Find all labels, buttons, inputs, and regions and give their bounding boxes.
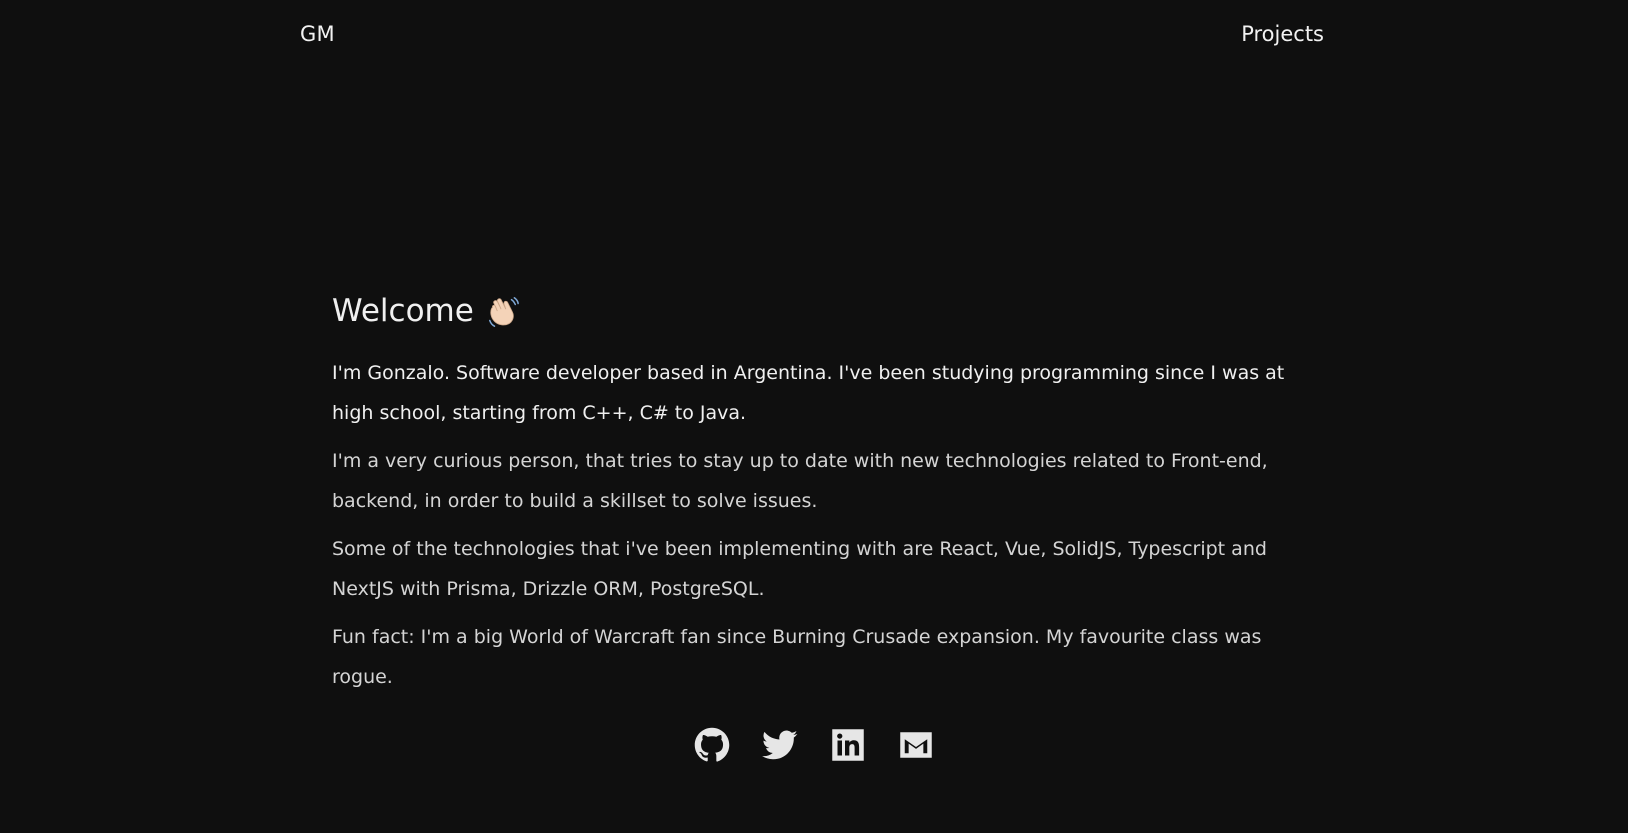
mail-icon — [898, 727, 934, 763]
email-link[interactable] — [898, 727, 934, 763]
page-title: Welcome — [332, 286, 1292, 336]
page-title-text: Welcome — [332, 293, 474, 329]
twitter-icon — [762, 727, 798, 763]
intro-section: Welcome I'm Gonzalo. Software developer … — [332, 286, 1292, 705]
nav-projects-link[interactable]: Projects — [1241, 22, 1324, 46]
twitter-link[interactable] — [762, 727, 798, 763]
curiosity-paragraph: I'm a very curious person, that tries to… — [332, 450, 1268, 512]
social-links — [0, 727, 1628, 763]
fun-fact-paragraph: Fun fact: I'm a big World of Warcraft fa… — [332, 626, 1262, 688]
linkedin-link[interactable] — [830, 727, 866, 763]
technologies-paragraph: Some of the technologies that i've been … — [332, 538, 1267, 600]
github-link[interactable] — [694, 727, 730, 763]
waving-hand-icon — [486, 294, 520, 328]
github-icon — [694, 727, 730, 763]
linkedin-icon — [830, 727, 866, 763]
logo-link[interactable]: GM — [300, 22, 335, 46]
intro-paragraph: I'm Gonzalo. Software developer based in… — [332, 362, 1285, 424]
